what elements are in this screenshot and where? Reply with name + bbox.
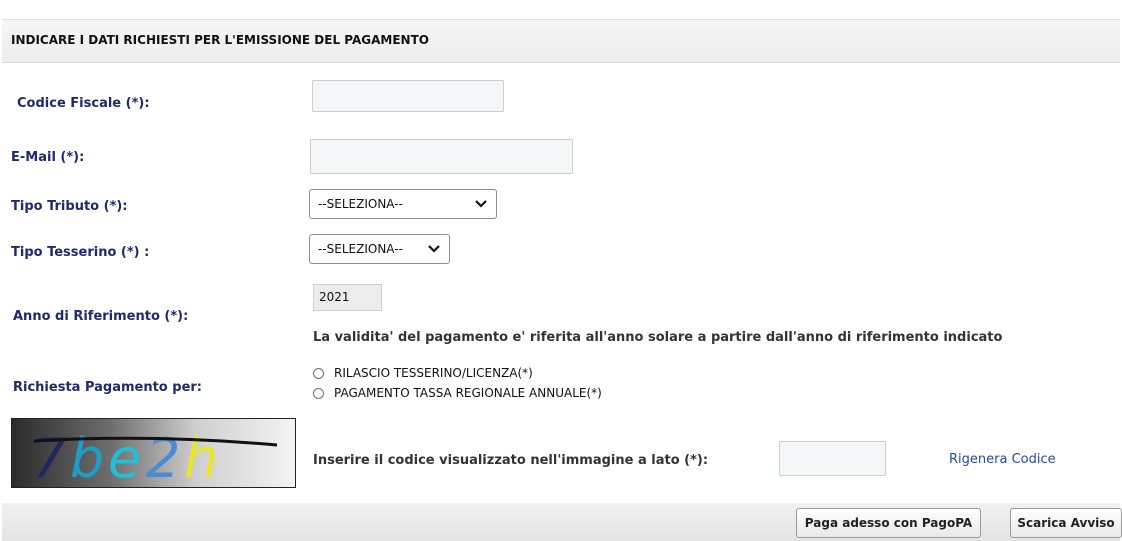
email-input[interactable]	[310, 139, 573, 174]
pay-pagopa-button[interactable]: Paga adesso con PagoPA	[796, 508, 981, 538]
regenerate-code-link[interactable]: Rigenera Codice	[949, 452, 1056, 467]
captcha-label: Inserire il codice visualizzato nell'imm…	[313, 453, 709, 468]
form-title: INDICARE I DATI RICHIESTI PER L'EMISSION…	[11, 33, 429, 47]
radio-icon[interactable]	[313, 387, 324, 399]
svg-text:e: e	[108, 427, 141, 488]
tipo-tesserino-label: Tipo Tesserino (*) :	[11, 245, 150, 260]
tipo-tributo-label: Tipo Tributo (*):	[11, 199, 128, 214]
form-header: INDICARE I DATI RICHIESTI PER L'EMISSION…	[2, 19, 1120, 63]
tipo-tributo-value: --SELEZIONA--	[318, 197, 403, 211]
svg-text:h: h	[184, 427, 218, 488]
richiesta-label: Richiesta Pagamento per:	[13, 380, 203, 395]
radio-icon[interactable]	[313, 367, 324, 379]
anno-input[interactable]: 2021	[313, 284, 382, 311]
radio-label: PAGAMENTO TASSA REGIONALE ANNUALE(*)	[334, 386, 602, 400]
codice-fiscale-input[interactable]	[312, 80, 504, 112]
captcha-image: 7 b e 2 h	[11, 418, 296, 488]
anno-label: Anno di Riferimento (*):	[13, 309, 189, 324]
radio-label: RILASCIO TESSERINO/LICENZA(*)	[334, 366, 533, 380]
tipo-tesserino-select[interactable]: --SELEZIONA--	[309, 234, 450, 264]
svg-text:7: 7	[32, 427, 66, 488]
svg-text:2: 2	[146, 427, 180, 488]
chevron-down-icon	[475, 200, 487, 208]
download-notice-button[interactable]: Scarica Avviso	[1010, 508, 1122, 538]
codice-fiscale-label: Codice Fiscale (*):	[17, 96, 150, 111]
radio-option-tassa[interactable]: PAGAMENTO TASSA REGIONALE ANNUALE(*)	[313, 386, 602, 400]
tipo-tributo-select[interactable]: --SELEZIONA--	[309, 189, 497, 219]
radio-option-rilascio[interactable]: RILASCIO TESSERINO/LICENZA(*)	[313, 366, 533, 380]
email-label: E-Mail (*):	[11, 150, 85, 165]
captcha-graphic: 7 b e 2 h	[32, 427, 278, 488]
svg-text:b: b	[70, 427, 104, 488]
captcha-input[interactable]	[779, 441, 886, 476]
tipo-tesserino-value: --SELEZIONA--	[318, 242, 403, 256]
chevron-down-icon	[428, 245, 440, 253]
anno-note: La validita' del pagamento e' riferita a…	[313, 330, 1003, 345]
